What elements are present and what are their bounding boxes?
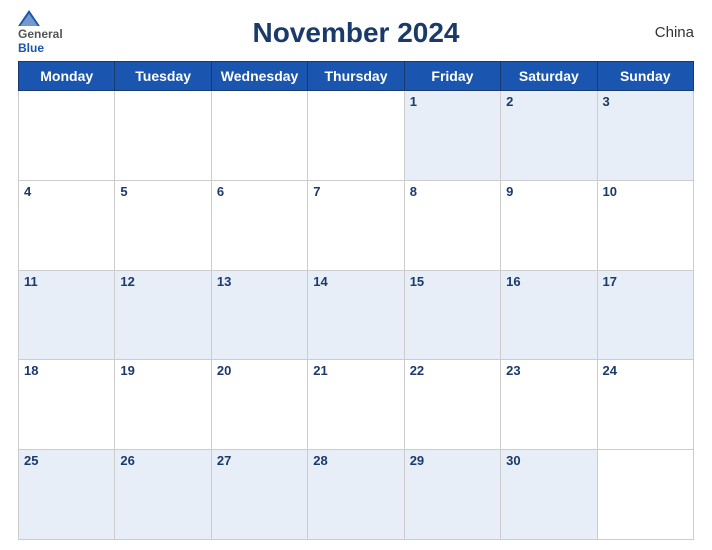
day-number: 19 bbox=[120, 363, 134, 378]
day-number: 30 bbox=[506, 453, 520, 468]
calendar-day-cell: 14 bbox=[308, 270, 404, 360]
calendar-day-cell: 9 bbox=[501, 180, 597, 270]
calendar-day-cell: 12 bbox=[115, 270, 211, 360]
calendar-week-row: 1 2 3 bbox=[19, 91, 694, 181]
logo: General Blue bbox=[18, 10, 108, 55]
day-number: 9 bbox=[506, 184, 513, 199]
day-number: 17 bbox=[603, 274, 617, 289]
day-header-wednesday: Wednesday bbox=[211, 62, 307, 91]
calendar-day-cell: 28 bbox=[308, 450, 404, 540]
days-header-row: MondayTuesdayWednesdayThursdayFridaySatu… bbox=[19, 62, 694, 91]
calendar-day-cell: 3 bbox=[597, 91, 693, 181]
calendar-day-cell: 20 bbox=[211, 360, 307, 450]
day-number: 16 bbox=[506, 274, 520, 289]
day-number: 1 bbox=[410, 94, 417, 109]
calendar-day-cell: 30 bbox=[501, 450, 597, 540]
day-number: 24 bbox=[603, 363, 617, 378]
day-number: 5 bbox=[120, 184, 127, 199]
day-number: 27 bbox=[217, 453, 231, 468]
calendar-day-cell bbox=[115, 91, 211, 181]
day-number: 7 bbox=[313, 184, 320, 199]
calendar-day-cell: 19 bbox=[115, 360, 211, 450]
day-number: 14 bbox=[313, 274, 327, 289]
day-number: 12 bbox=[120, 274, 134, 289]
day-number: 23 bbox=[506, 363, 520, 378]
calendar-day-cell: 27 bbox=[211, 450, 307, 540]
day-number: 15 bbox=[410, 274, 424, 289]
calendar-day-cell: 23 bbox=[501, 360, 597, 450]
day-number: 3 bbox=[603, 94, 610, 109]
day-number: 25 bbox=[24, 453, 38, 468]
day-number: 29 bbox=[410, 453, 424, 468]
day-number: 8 bbox=[410, 184, 417, 199]
calendar-day-cell: 8 bbox=[404, 180, 500, 270]
calendar-day-cell: 24 bbox=[597, 360, 693, 450]
country-label: China bbox=[604, 24, 694, 41]
calendar-day-cell: 22 bbox=[404, 360, 500, 450]
calendar-day-cell bbox=[308, 91, 404, 181]
calendar-week-row: 4 5 6 7 8 9 10 bbox=[19, 180, 694, 270]
calendar-day-cell: 1 bbox=[404, 91, 500, 181]
calendar-day-cell: 7 bbox=[308, 180, 404, 270]
day-number: 21 bbox=[313, 363, 327, 378]
day-header-tuesday: Tuesday bbox=[115, 62, 211, 91]
calendar-day-cell: 17 bbox=[597, 270, 693, 360]
day-number: 26 bbox=[120, 453, 134, 468]
calendar-day-cell: 13 bbox=[211, 270, 307, 360]
logo-general-text: General bbox=[18, 27, 63, 41]
calendar-day-cell: 16 bbox=[501, 270, 597, 360]
calendar-day-cell bbox=[211, 91, 307, 181]
calendar-header: General Blue November 2024 China bbox=[18, 10, 694, 55]
calendar-day-cell: 15 bbox=[404, 270, 500, 360]
day-number: 22 bbox=[410, 363, 424, 378]
day-header-saturday: Saturday bbox=[501, 62, 597, 91]
calendar-day-cell: 21 bbox=[308, 360, 404, 450]
logo-blue-text: Blue bbox=[18, 41, 44, 55]
logo-icon bbox=[18, 10, 40, 26]
day-number: 10 bbox=[603, 184, 617, 199]
calendar-day-cell: 26 bbox=[115, 450, 211, 540]
calendar-table: MondayTuesdayWednesdayThursdayFridaySatu… bbox=[18, 61, 694, 540]
calendar-week-row: 11 12 13 14 15 16 17 bbox=[19, 270, 694, 360]
calendar-day-cell: 18 bbox=[19, 360, 115, 450]
day-number: 18 bbox=[24, 363, 38, 378]
day-header-friday: Friday bbox=[404, 62, 500, 91]
calendar-day-cell: 25 bbox=[19, 450, 115, 540]
calendar-day-cell bbox=[597, 450, 693, 540]
day-header-thursday: Thursday bbox=[308, 62, 404, 91]
calendar-week-row: 25 26 27 28 29 30 bbox=[19, 450, 694, 540]
day-number: 20 bbox=[217, 363, 231, 378]
calendar-week-row: 18 19 20 21 22 23 24 bbox=[19, 360, 694, 450]
calendar-day-cell: 2 bbox=[501, 91, 597, 181]
month-title: November 2024 bbox=[108, 17, 604, 49]
calendar-day-cell: 5 bbox=[115, 180, 211, 270]
day-number: 13 bbox=[217, 274, 231, 289]
day-number: 6 bbox=[217, 184, 224, 199]
calendar-day-cell: 10 bbox=[597, 180, 693, 270]
day-number: 28 bbox=[313, 453, 327, 468]
calendar-day-cell: 6 bbox=[211, 180, 307, 270]
day-number: 2 bbox=[506, 94, 513, 109]
calendar-day-cell: 11 bbox=[19, 270, 115, 360]
day-header-sunday: Sunday bbox=[597, 62, 693, 91]
day-number: 4 bbox=[24, 184, 31, 199]
calendar-day-cell: 29 bbox=[404, 450, 500, 540]
day-number: 11 bbox=[24, 274, 38, 289]
calendar-day-cell: 4 bbox=[19, 180, 115, 270]
calendar-day-cell bbox=[19, 91, 115, 181]
day-header-monday: Monday bbox=[19, 62, 115, 91]
